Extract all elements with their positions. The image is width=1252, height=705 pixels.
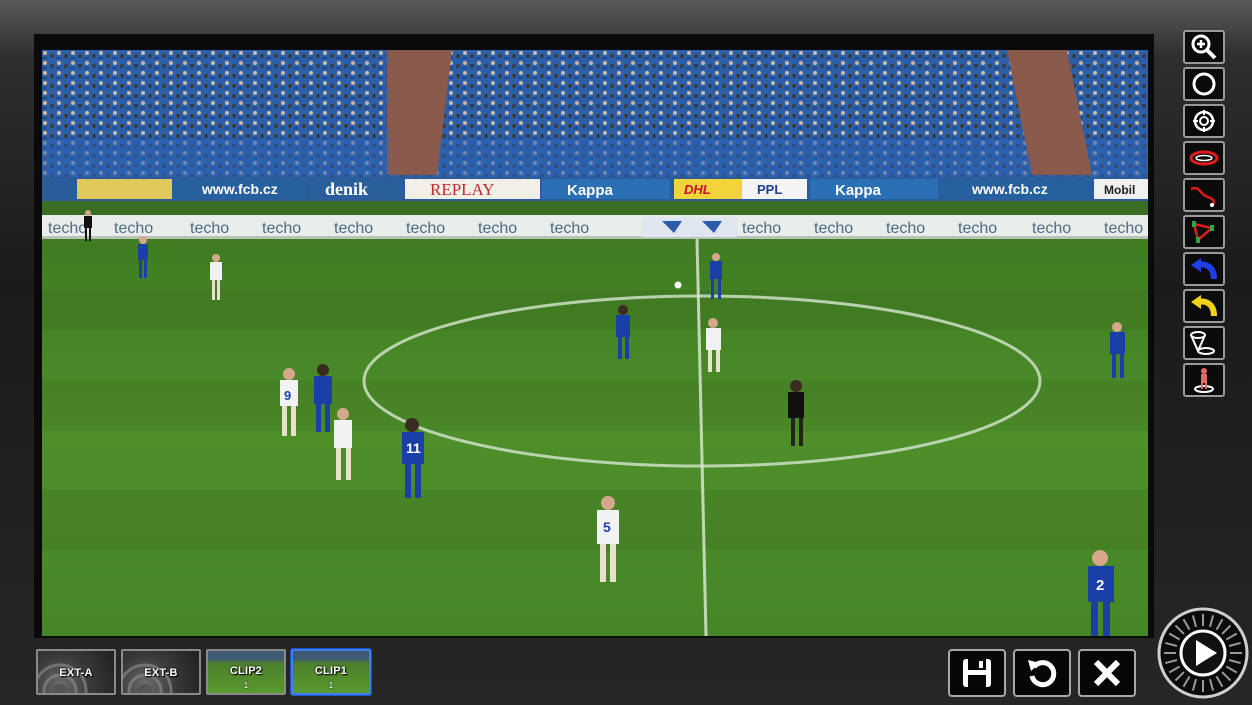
yellow-curve-arrow-icon xyxy=(1191,295,1217,317)
save-button[interactable] xyxy=(948,649,1006,697)
ad-text: techo xyxy=(48,220,87,237)
ellipse-highlight-tool-button[interactable] xyxy=(1183,141,1225,175)
ad-text: techo xyxy=(958,220,997,237)
circle-icon xyxy=(1192,72,1216,96)
ad-text: techo xyxy=(742,220,781,237)
source-label: CLIP2 xyxy=(229,665,263,677)
blue-curve-arrow-icon xyxy=(1191,258,1217,280)
play-dial-icon xyxy=(1157,607,1249,699)
source-label: CLIP1 xyxy=(314,665,348,677)
player-marker-tool-button[interactable] xyxy=(1183,363,1225,397)
ad-text: Kappa xyxy=(567,182,614,199)
telestrator-toolbar xyxy=(1183,30,1229,400)
source-label: EXT-B xyxy=(144,667,178,679)
yellow-arrow-tool-button[interactable] xyxy=(1183,289,1225,323)
reset-button[interactable] xyxy=(1013,649,1071,697)
shirt-number: 11 xyxy=(406,440,421,456)
top-ad-boards: www.fcb.cz denik REPLAY Kappa DHL PPL Ka… xyxy=(42,177,1148,201)
ad-text: denik xyxy=(325,179,368,199)
ad-text: techo xyxy=(262,220,301,237)
player-connect-icon xyxy=(1192,221,1215,243)
source-clip1[interactable]: CLIP1 1 xyxy=(291,649,371,695)
play-button[interactable] xyxy=(1156,606,1250,700)
source-sub-label: 1 xyxy=(328,681,334,690)
ad-text: PPL xyxy=(757,182,782,197)
ad-text: techo xyxy=(334,220,373,237)
path-line-tool-button[interactable] xyxy=(1183,178,1225,212)
bottom-ad-boards: techo techo techo techo techo techo tech… xyxy=(42,215,1148,239)
refresh-icon xyxy=(1028,660,1057,688)
ad-text: REPLAY xyxy=(430,180,495,199)
ad-text: techo xyxy=(406,220,445,237)
source-clip2[interactable]: CLIP2 1 xyxy=(206,649,286,695)
video-canvas[interactable]: www.fcb.cz denik REPLAY Kappa DHL PPL Ka… xyxy=(42,50,1148,636)
ad-text: techo xyxy=(478,220,517,237)
zoom-tool-button[interactable] xyxy=(1183,30,1225,64)
source-sub-label: 1 xyxy=(243,681,249,690)
close-icon xyxy=(1093,659,1121,687)
blue-arrow-tool-button[interactable] xyxy=(1183,252,1225,286)
ad-text: techo xyxy=(190,220,229,237)
ad-text: techo xyxy=(550,220,589,237)
ad-text: Kappa xyxy=(835,182,882,199)
path-line-icon xyxy=(1190,186,1216,207)
shirt-number: 5 xyxy=(603,519,611,535)
source-label: EXT-A xyxy=(59,667,93,679)
ellipse-highlight-icon xyxy=(1189,150,1219,166)
ad-text: techo xyxy=(814,220,853,237)
shirt-number: 2 xyxy=(1096,577,1104,594)
player-connect-tool-button[interactable] xyxy=(1183,215,1225,249)
shirt-number: 9 xyxy=(284,388,291,403)
ad-text: techo xyxy=(886,220,925,237)
ad-text: techo xyxy=(114,220,153,237)
ad-text: Mobil xyxy=(1104,183,1135,197)
circle-tool-button[interactable] xyxy=(1183,67,1225,101)
ad-text: www.fcb.cz xyxy=(971,181,1048,197)
ad-text: techo xyxy=(1032,220,1071,237)
zoom-icon xyxy=(1191,34,1217,60)
spotlight-icon xyxy=(1193,110,1215,132)
ad-text: techo xyxy=(1104,220,1143,237)
source-ext-a[interactable]: EXT-A xyxy=(36,649,116,695)
save-icon xyxy=(963,659,991,687)
spotlight-cone-tool-button[interactable] xyxy=(1183,326,1225,360)
video-frame: www.fcb.cz denik REPLAY Kappa DHL PPL Ka… xyxy=(34,34,1154,638)
spotlight-tool-button[interactable] xyxy=(1183,104,1225,138)
ad-text: DHL xyxy=(684,182,711,197)
ad-text: www.fcb.cz xyxy=(201,181,278,197)
source-ext-b[interactable]: EXT-B xyxy=(121,649,201,695)
player-marker-icon xyxy=(1194,368,1214,393)
spotlight-cone-icon xyxy=(1190,331,1215,355)
close-button[interactable] xyxy=(1078,649,1136,697)
